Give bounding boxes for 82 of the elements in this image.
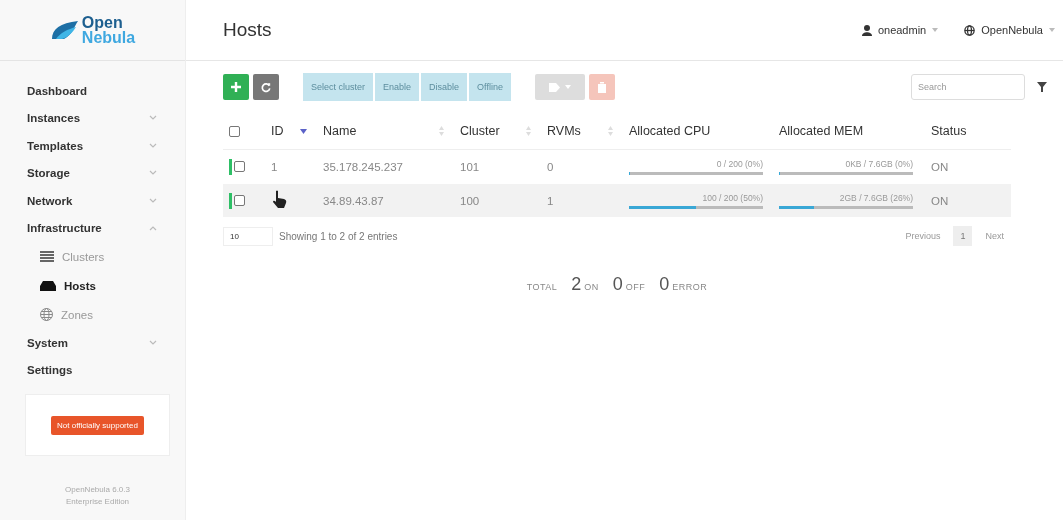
server-icon <box>40 280 56 291</box>
delete-button[interactable] <box>588 74 615 100</box>
total-count: 0 <box>659 274 670 295</box>
total-label: TOTAL <box>526 282 558 292</box>
total-count: 2 <box>571 274 582 295</box>
sidebar-subitem[interactable]: Hosts <box>27 271 96 300</box>
list-icon <box>40 251 54 262</box>
column-header[interactable]: Allocated MEM <box>779 124 864 138</box>
chevron-icon[interactable] <box>149 115 157 122</box>
cpu-reading: 100 / 200 (50%) <box>702 192 763 203</box>
zone-menu[interactable]: OpenNebula <box>964 24 1055 36</box>
edition-text: Enterprise Edition <box>65 496 130 508</box>
sort-icon[interactable] <box>439 126 444 136</box>
table-cell: 0 <box>546 149 628 184</box>
memory-reading: 2GB / 7.6GB (26%) <box>839 192 913 203</box>
table-cell: 35.178.245.237 <box>322 149 459 184</box>
pagination-link[interactable]: 1 <box>953 226 973 246</box>
total-count: 0 <box>612 274 623 295</box>
cpu-reading: 0 / 200 (0%) <box>716 158 763 169</box>
sort-descending-icon[interactable] <box>300 128 307 134</box>
chevron-icon[interactable] <box>149 197 157 204</box>
search-field[interactable]: Search <box>911 74 1025 100</box>
column-header[interactable]: Name <box>323 124 357 138</box>
chevron-icon[interactable] <box>149 170 157 177</box>
column-header[interactable]: RVMs <box>547 124 581 138</box>
table-cell: 34.89.43.87 <box>322 183 459 218</box>
caret-icon <box>1049 28 1055 32</box>
add-button[interactable] <box>223 74 249 100</box>
labels-dropdown[interactable] <box>534 74 585 100</box>
chevron-icon[interactable] <box>149 225 157 232</box>
memory-reading: 0KB / 7.6GB (0%) <box>845 158 913 169</box>
table-cell: 1 <box>271 160 278 173</box>
sidebar-item[interactable]: Templates <box>27 139 84 152</box>
chevron-icon[interactable] <box>149 142 157 149</box>
tag-icon <box>548 82 560 92</box>
table-cell: ON <box>930 183 1011 218</box>
sidebar-item[interactable]: Instances <box>27 112 81 125</box>
column-header[interactable]: Allocated CPU <box>629 124 711 138</box>
row-checkbox[interactable] <box>234 161 245 172</box>
entries-info: Showing 1 to 2 of 2 entries <box>279 230 398 242</box>
table-cell: 100 <box>459 183 546 218</box>
pointer-cursor-icon <box>272 190 288 208</box>
refresh-button[interactable] <box>253 74 279 100</box>
caret-icon <box>564 85 571 89</box>
status-indicator <box>229 158 232 175</box>
user-menu[interactable]: oneadmin <box>861 24 939 36</box>
sidebar-item[interactable]: Dashboard <box>27 84 88 97</box>
caret-icon <box>932 28 939 32</box>
sidebar-item[interactable]: Network <box>27 194 73 207</box>
plus-icon <box>231 82 241 92</box>
notice-badge: Not officially supported <box>51 415 144 435</box>
page-title: Hosts <box>223 19 272 41</box>
cloud-logo-icon <box>49 19 80 41</box>
total-label: ERROR <box>672 282 708 292</box>
chevron-icon[interactable] <box>149 339 157 346</box>
trash-icon <box>597 81 606 93</box>
column-header[interactable]: ID <box>271 124 284 138</box>
table-cell: ON <box>930 149 1011 184</box>
sidebar-item[interactable]: Settings <box>27 364 73 377</box>
page-size-select[interactable]: 10 <box>223 226 273 246</box>
sort-icon[interactable] <box>526 126 531 136</box>
globe-icon <box>964 24 976 36</box>
filter-icon[interactable] <box>1037 82 1047 92</box>
table-cell: 1 <box>546 183 628 218</box>
table-cell: 101 <box>459 149 546 184</box>
total-label: ON <box>584 282 599 292</box>
logo-text: Nebula <box>81 30 136 45</box>
status-indicator <box>229 192 232 209</box>
globe-icon <box>40 308 53 321</box>
user-icon <box>861 24 872 36</box>
refresh-icon <box>261 81 271 93</box>
sidebar-item[interactable]: Infrastructure <box>27 222 102 235</box>
version-text: OpenNebula 6.0.3 <box>65 484 130 496</box>
logo-text: Open <box>81 15 124 30</box>
column-header[interactable]: Status <box>931 124 967 138</box>
sidebar-item[interactable]: Storage <box>27 167 70 180</box>
sidebar-item[interactable]: System <box>27 336 68 349</box>
total-label: OFF <box>625 282 646 292</box>
column-header[interactable]: Cluster <box>460 124 500 138</box>
sort-icon[interactable] <box>608 126 613 136</box>
row-checkbox[interactable] <box>234 195 245 206</box>
select-all-checkbox[interactable] <box>229 126 240 138</box>
